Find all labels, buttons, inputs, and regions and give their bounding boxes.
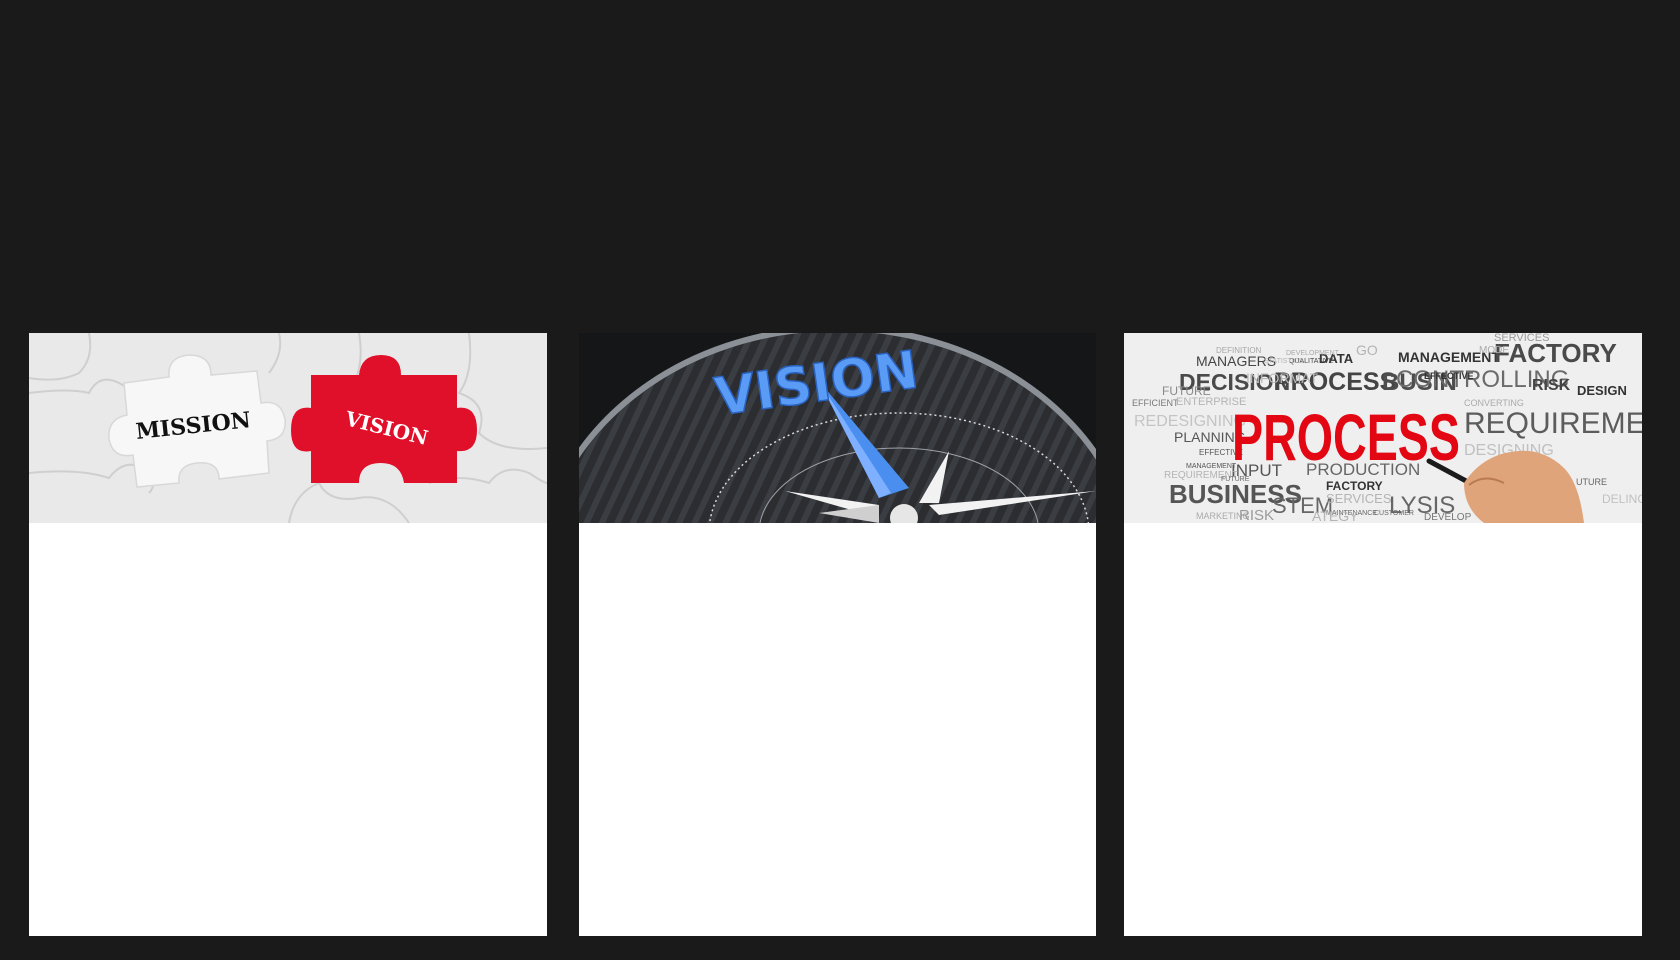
- word-light-0: DEFINITION: [1216, 346, 1262, 355]
- word-light-12: MANAGEMENT: [1186, 463, 1237, 470]
- card-vision[interactable]: VISION: [579, 333, 1096, 936]
- card-process[interactable]: MANAGERS DECISION PROCESS BUSIN MANAGEME…: [1124, 333, 1642, 936]
- word-cloud-main-word: PROCESS: [1232, 400, 1460, 474]
- word-light-21: DEVELOP: [1424, 512, 1472, 523]
- card-body-process: [1124, 523, 1642, 936]
- word-light-3: SERVICES: [1494, 333, 1549, 344]
- card-mission[interactable]: MISSION VISION: [29, 333, 547, 936]
- word-light-23: UTURE: [1576, 477, 1607, 487]
- word-light-25: GO: [1356, 342, 1378, 358]
- word-dark-9: REQUIREMENT: [1464, 407, 1642, 440]
- word-dark-8: DESIGN: [1577, 383, 1627, 398]
- word-cloud-illustration: MANAGERS DECISION PROCESS BUSIN MANAGEME…: [1124, 333, 1642, 523]
- word-light-9: CONVERTING: [1464, 398, 1524, 408]
- word-light-15: SERVICES: [1326, 491, 1392, 506]
- word-light-5: INFORMAT: [1246, 370, 1319, 386]
- word-light-22: DELING: [1602, 492, 1642, 506]
- compass-illustration: VISION: [579, 333, 1096, 523]
- word-light-20: ATEGY: [1312, 508, 1359, 523]
- word-dark-18: EFFECTIVE: [1424, 371, 1474, 381]
- card-image-puzzle[interactable]: MISSION VISION: [29, 333, 547, 523]
- word-dark-7: RISK: [1532, 377, 1571, 394]
- page-background: MISSION VISION VISION MANAGERS DECISION …: [0, 0, 1680, 960]
- word-light-17: CUSTOMER: [1374, 510, 1414, 517]
- word-light-8: REDESIGNING: [1134, 413, 1246, 430]
- word-light-1: DEVELOPMENT: [1286, 350, 1340, 357]
- word-light-6: EFFICIENT: [1132, 398, 1179, 408]
- card-image-compass[interactable]: VISION: [579, 333, 1096, 523]
- word-light-2: STATISTICS: [1264, 358, 1304, 365]
- puzzle-illustration: MISSION VISION: [29, 333, 547, 523]
- card-image-word-cloud[interactable]: MANAGERS DECISION PROCESS BUSIN MANAGEME…: [1124, 333, 1642, 523]
- word-light-24: MODE: [1479, 345, 1509, 356]
- word-light-14: FUTURE: [1221, 476, 1250, 483]
- card-body-mission: [29, 523, 547, 936]
- word-light-19: RISK: [1239, 507, 1274, 523]
- card-body-vision: [579, 523, 1096, 936]
